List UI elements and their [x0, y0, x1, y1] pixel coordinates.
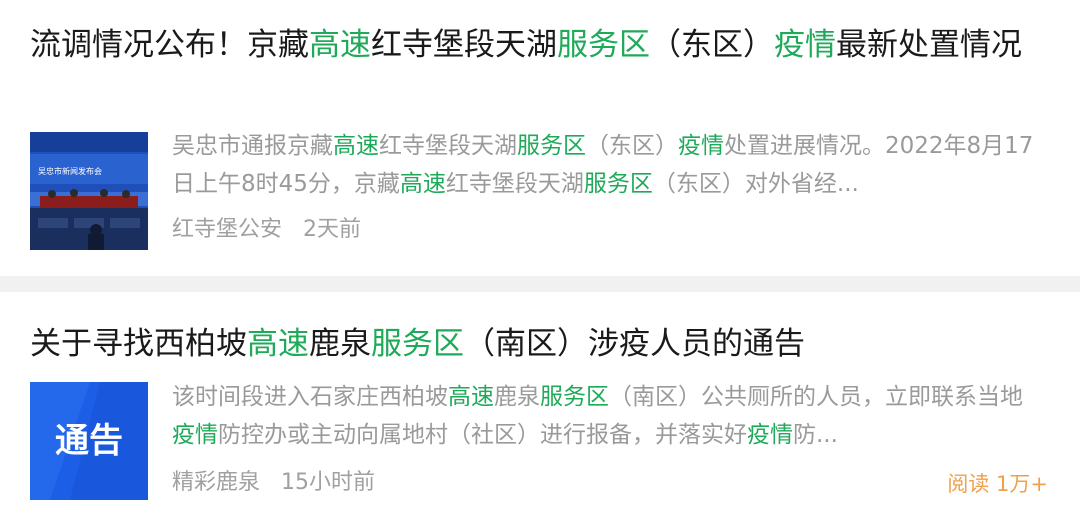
- article-title[interactable]: 关于寻找西柏坡高速鹿泉服务区（南区）涉疫人员的通告: [30, 321, 1052, 367]
- article-meta: 精彩鹿泉 15小时前: [172, 468, 375, 498]
- highlight-keyword: 高速: [448, 384, 494, 410]
- text-segment: 关于寻找西柏坡: [30, 326, 247, 362]
- text-segment: 防...: [793, 422, 838, 448]
- article-time: 15小时前: [281, 470, 376, 495]
- card-divider: [0, 276, 1080, 292]
- highlight-keyword: 高速: [247, 326, 309, 362]
- thumbnail-notice-text: 通告: [55, 421, 123, 461]
- highlight-keyword: 高速: [399, 171, 446, 197]
- text-segment: （东区）: [586, 133, 678, 159]
- press-conference-photo-icon: 吴忠市新闻发布会: [30, 132, 148, 250]
- text-segment: 该时间段进入石家庄西柏坡: [172, 384, 448, 410]
- article-meta: 红寺堡公安 2天前: [172, 215, 361, 245]
- highlight-keyword: 疫情: [172, 422, 218, 448]
- text-segment: （东区）: [650, 27, 774, 63]
- article-card[interactable]: 关于寻找西柏坡高速鹿泉服务区（南区）涉疫人员的通告 通告 该时间段进入石家庄西柏…: [0, 292, 1080, 530]
- article-title[interactable]: 流调情况公布！京藏高速红寺堡段天湖服务区（东区）疫情最新处置情况: [30, 22, 1052, 68]
- highlight-keyword: 服务区: [540, 384, 609, 410]
- highlight-keyword: 服务区: [557, 27, 650, 63]
- search-results-feed: 流调情况公布！京藏高速红寺堡段天湖服务区（东区）疫情最新处置情况 吴忠市新闻发布…: [0, 0, 1080, 530]
- text-segment: 流调情况公布！京藏: [30, 27, 309, 63]
- highlight-keyword: 高速: [309, 27, 371, 63]
- highlight-keyword: 服务区: [371, 326, 464, 362]
- article-snippet: 吴忠市通报京藏高速红寺堡段天湖服务区（东区）疫情处置进展情况。2022年8月17…: [172, 127, 1044, 203]
- highlight-keyword: 疫情: [678, 133, 724, 159]
- highlight-keyword: 服务区: [583, 171, 653, 197]
- text-segment: （南区）涉疫人员的通告: [464, 326, 805, 362]
- text-segment: 防控办或主动向属地村（社区）进行报备，并落实好: [218, 422, 747, 448]
- article-time: 2天前: [303, 217, 362, 242]
- text-segment: 红寺堡段天湖: [371, 27, 557, 63]
- text-segment: 鹿泉: [494, 384, 540, 410]
- highlight-keyword: 服务区: [517, 133, 586, 159]
- text-segment: 吴忠市通报京藏: [172, 133, 333, 159]
- highlight-keyword: 高速: [333, 133, 379, 159]
- article-source[interactable]: 精彩鹿泉: [172, 470, 260, 495]
- text-segment: 红寺堡段天湖: [379, 133, 517, 159]
- highlight-keyword: 疫情: [774, 27, 836, 63]
- highlight-keyword: 疫情: [747, 422, 793, 448]
- text-segment: 最新处置情况: [836, 27, 1022, 63]
- article-thumbnail[interactable]: 吴忠市新闻发布会: [30, 132, 148, 250]
- text-segment: （东区）对外省经...: [652, 171, 859, 197]
- article-thumbnail[interactable]: 通告: [30, 382, 148, 500]
- article-snippet: 该时间段进入石家庄西柏坡高速鹿泉服务区（南区）公共厕所的人员，立即联系当地疫情防…: [172, 378, 1044, 454]
- article-source[interactable]: 红寺堡公安: [172, 217, 282, 242]
- thumbnail-banner-text: 吴忠市新闻发布会: [38, 166, 102, 176]
- text-segment: 红寺堡段天湖: [445, 171, 584, 197]
- text-segment: （南区）公共厕所的人员，立即联系当地: [609, 384, 1023, 410]
- notice-banner-icon: 通告: [30, 382, 148, 500]
- text-segment: 鹿泉: [309, 326, 371, 362]
- read-count: 阅读 1万+: [947, 472, 1048, 496]
- article-card[interactable]: 流调情况公布！京藏高速红寺堡段天湖服务区（东区）疫情最新处置情况 吴忠市新闻发布…: [0, 0, 1080, 276]
